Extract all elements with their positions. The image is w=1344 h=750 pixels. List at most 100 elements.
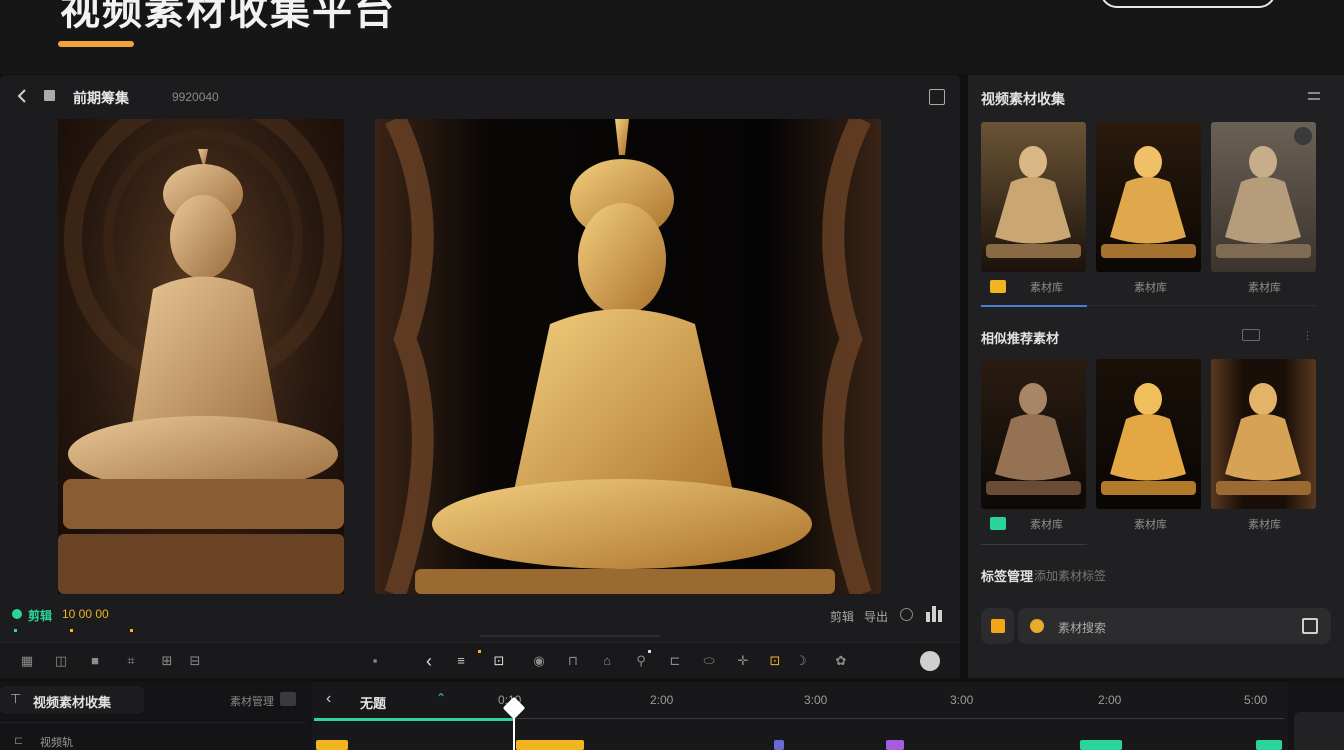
editor-header: 前期筹集 9920040 bbox=[0, 75, 960, 117]
title-underline bbox=[58, 41, 134, 47]
export-link[interactable]: 导出 bbox=[864, 608, 888, 625]
section-subtitle: 添加素材标签 bbox=[1034, 569, 1107, 583]
marker bbox=[70, 629, 73, 632]
timeline-name: 无题 bbox=[360, 696, 387, 711]
track-add-icon[interactable]: ⊤ bbox=[10, 691, 21, 707]
track-label: 视频轨 bbox=[40, 737, 73, 749]
bars-icon[interactable] bbox=[926, 606, 944, 622]
box-icon[interactable]: ⊡ bbox=[490, 652, 508, 670]
marker bbox=[14, 629, 17, 632]
more-icon[interactable]: ⋮ bbox=[1302, 329, 1313, 342]
frame-icon[interactable]: ▪ bbox=[366, 652, 384, 670]
editor-title: 前期筹集 bbox=[73, 90, 129, 106]
menu-icon[interactable] bbox=[920, 651, 940, 671]
sidebar-title: 视频素材收集 bbox=[981, 91, 1065, 107]
timeline-clip[interactable] bbox=[516, 740, 584, 750]
main-preview[interactable] bbox=[375, 119, 881, 594]
tick-label: 3:00 bbox=[804, 693, 828, 707]
moon-icon[interactable]: ☽ bbox=[792, 652, 810, 670]
tag-color bbox=[990, 280, 1006, 293]
back-arrow-icon[interactable] bbox=[14, 88, 30, 104]
thumb-label: 素材库 bbox=[1248, 519, 1281, 531]
info-icon[interactable] bbox=[900, 608, 913, 621]
timeline: ⊤ ⊤ 视频素材收集 素材管理 ⊏ 视频轨 ‹ 无题 ⌃ 0:10 2:00 3… bbox=[0, 682, 1344, 750]
playhead-line[interactable] bbox=[513, 712, 515, 750]
square-icon[interactable]: ■ bbox=[86, 652, 104, 670]
crop-icon[interactable]: ⌗ bbox=[122, 652, 140, 670]
material-thumb[interactable] bbox=[1096, 122, 1201, 272]
prev-icon[interactable]: ‹ bbox=[420, 652, 438, 670]
status-dot bbox=[12, 609, 22, 619]
material-thumb[interactable] bbox=[981, 359, 1086, 509]
palette-icon[interactable]: ✿ bbox=[832, 652, 850, 670]
page-title: 视频素材收集平台 bbox=[60, 0, 396, 33]
stop-icon[interactable] bbox=[44, 90, 55, 101]
timeline-side-panel bbox=[1294, 712, 1344, 750]
panel-toggle-icon[interactable] bbox=[280, 692, 296, 706]
color-picker-button[interactable] bbox=[981, 608, 1014, 644]
material-thumb[interactable] bbox=[1096, 359, 1201, 509]
highlight-icon[interactable]: ⊡ bbox=[766, 652, 784, 670]
coin-icon bbox=[1030, 619, 1044, 633]
marker bbox=[478, 650, 481, 653]
fullscreen-icon[interactable] bbox=[929, 89, 945, 105]
timeline-clip[interactable] bbox=[316, 740, 348, 750]
effect-icon[interactable]: ⚲ bbox=[632, 652, 650, 670]
thumb-label: 素材库 bbox=[1030, 282, 1063, 294]
sticker-icon[interactable]: ◉ bbox=[530, 652, 548, 670]
tick-label: 2:00 bbox=[1098, 693, 1122, 707]
filter-icon[interactable] bbox=[1308, 92, 1320, 100]
material-sidebar: 视频素材收集 素材库 素材库 素材库 相似推荐素材 ⋮ 素材库 素材库 素材库 … bbox=[968, 75, 1344, 678]
marker bbox=[130, 629, 133, 632]
view-toggle-icon[interactable] bbox=[1242, 329, 1260, 341]
filter-icon[interactable]: ⊏ bbox=[666, 652, 684, 670]
search-value: 素材搜索 bbox=[1058, 621, 1107, 635]
left-preview[interactable] bbox=[58, 119, 344, 594]
buddha-image-left bbox=[58, 119, 344, 594]
thumb-label: 素材库 bbox=[1134, 519, 1167, 531]
thumb-label: 素材库 bbox=[1248, 282, 1281, 294]
timeline-clip[interactable] bbox=[774, 740, 784, 750]
cut-icon[interactable]: ⊓ bbox=[564, 652, 582, 670]
tick-label: 5:00 bbox=[1244, 693, 1268, 707]
audio-icon[interactable]: ⬭ bbox=[700, 652, 718, 670]
timeline-back-icon[interactable]: ‹ bbox=[326, 690, 331, 708]
edit-link[interactable]: 剪辑 bbox=[830, 608, 854, 625]
adjust-icon[interactable]: ⊞ bbox=[158, 652, 176, 670]
top-action-button[interactable] bbox=[1100, 0, 1276, 8]
timecode: 10 00 00 bbox=[62, 607, 109, 621]
thumb-badge-icon[interactable] bbox=[1294, 127, 1312, 145]
section-title-similar: 相似推荐素材 bbox=[981, 331, 1060, 346]
thumb-label: 素材库 bbox=[1134, 282, 1167, 294]
plus-icon[interactable]: ✛ bbox=[734, 652, 752, 670]
grid-icon[interactable]: ▦ bbox=[18, 652, 36, 670]
thumb-label: 素材库 bbox=[1030, 519, 1063, 531]
send-icon[interactable] bbox=[1302, 618, 1318, 634]
search-field[interactable]: 素材搜索 bbox=[1018, 608, 1331, 644]
tick-label: 3:00 bbox=[950, 693, 974, 707]
scrub-track[interactable] bbox=[480, 635, 660, 637]
track-icon: ⊏ bbox=[14, 735, 24, 747]
timeline-panel-right: 素材管理 bbox=[230, 696, 274, 708]
divider bbox=[0, 722, 306, 723]
timeline-ruler-area bbox=[312, 682, 1288, 750]
editor-subtitle: 9920040 bbox=[172, 90, 219, 104]
progress-bar[interactable] bbox=[314, 718, 514, 721]
material-thumb[interactable] bbox=[981, 122, 1086, 272]
transition-icon[interactable]: ⌂ bbox=[598, 652, 616, 670]
marker-icon[interactable]: ⌃ bbox=[436, 691, 446, 705]
material-thumb[interactable] bbox=[1211, 359, 1316, 509]
section-title-tags: 标签管理 bbox=[981, 569, 1034, 584]
selected-indicator bbox=[981, 305, 1087, 307]
editor-panel: 前期筹集 9920040 剪辑 10 00 00 剪辑 导出 ▦ ◫ ■ ⌗ ⊞… bbox=[0, 75, 960, 678]
layers-icon[interactable]: ◫ bbox=[52, 652, 70, 670]
divider bbox=[981, 544, 1087, 545]
text-icon[interactable]: ≡ bbox=[452, 652, 470, 670]
mask-icon[interactable]: ⊟ bbox=[186, 652, 204, 670]
marker bbox=[648, 650, 651, 653]
timeline-clip[interactable] bbox=[886, 740, 904, 750]
top-bar: 视频素材收集平台 bbox=[0, 0, 1344, 74]
timeline-clip[interactable] bbox=[1080, 740, 1122, 750]
ruler-line bbox=[514, 718, 1284, 719]
timeline-clip[interactable] bbox=[1256, 740, 1282, 750]
